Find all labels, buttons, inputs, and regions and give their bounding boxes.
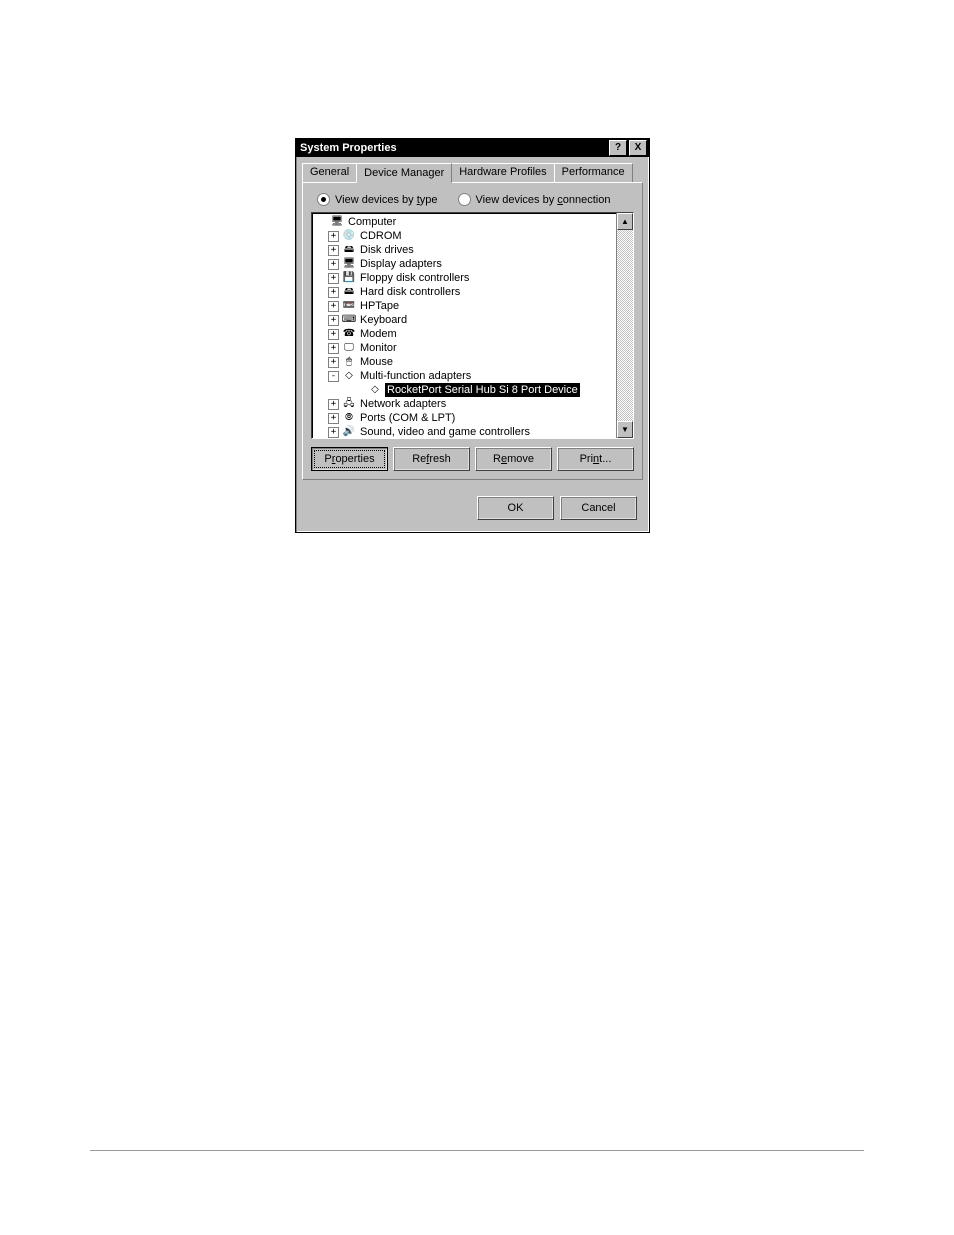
- scroll-up-button[interactable]: ▲: [617, 213, 633, 230]
- scroll-track[interactable]: [617, 230, 633, 421]
- device-icon: ◇: [342, 370, 356, 382]
- tree-item-label: Ports (COM & LPT): [359, 411, 456, 425]
- device-icon: 🖧: [342, 398, 356, 410]
- expand-icon[interactable]: +: [328, 259, 339, 270]
- tree-item-label: Network adapters: [359, 397, 447, 411]
- vertical-scrollbar[interactable]: ▲ ▼: [616, 213, 633, 438]
- radio-view-by-connection[interactable]: View devices by connection: [458, 193, 611, 206]
- tree-item[interactable]: +🖧Network adapters: [316, 397, 631, 411]
- action-button-row: Properties Refresh Remove Print...: [311, 447, 634, 471]
- device-icon: 🖵: [342, 342, 356, 354]
- titlebar[interactable]: System Properties ? X: [296, 139, 649, 157]
- tree-item-label: Modem: [359, 327, 398, 341]
- properties-button[interactable]: Properties: [311, 447, 388, 471]
- tree-item[interactable]: 🖥Computer: [316, 215, 631, 229]
- device-icon: 💿: [342, 230, 356, 242]
- collapse-icon[interactable]: -: [328, 371, 339, 382]
- tree-item-label: Sound, video and game controllers: [359, 425, 531, 439]
- device-icon: 🔊: [342, 426, 356, 438]
- expand-icon[interactable]: +: [328, 245, 339, 256]
- tree-item-label: HPTape: [359, 299, 400, 313]
- ok-button[interactable]: OK: [477, 496, 554, 520]
- device-icon: 🖴: [342, 244, 356, 256]
- tree-item-label: Floppy disk controllers: [359, 271, 470, 285]
- tree-item[interactable]: +🖵Monitor: [316, 341, 631, 355]
- tree-item-label: Display adapters: [359, 257, 443, 271]
- tree-item-label: Disk drives: [359, 243, 415, 257]
- radio-label-by-connection: View devices by connection: [476, 194, 611, 206]
- expand-icon[interactable]: +: [328, 399, 339, 410]
- tree-item[interactable]: +🖥Display adapters: [316, 257, 631, 271]
- expand-icon[interactable]: +: [328, 231, 339, 242]
- device-icon: 📼: [342, 300, 356, 312]
- cancel-button[interactable]: Cancel: [560, 496, 637, 520]
- expand-icon[interactable]: +: [328, 357, 339, 368]
- dialog-footer: OK Cancel: [296, 486, 649, 532]
- close-button[interactable]: X: [629, 140, 647, 156]
- tab-device-manager[interactable]: Device Manager: [356, 163, 452, 183]
- titlebar-title: System Properties: [298, 142, 607, 154]
- tree-item[interactable]: +🔊Sound, video and game controllers: [316, 425, 631, 439]
- radio-empty-icon: [458, 193, 471, 206]
- system-properties-dialog: System Properties ? X General Device Man…: [295, 138, 650, 533]
- tree-item[interactable]: ◇RocketPort Serial Hub Si 8 Port Device: [316, 383, 631, 397]
- tree-item-label: Hard disk controllers: [359, 285, 461, 299]
- device-icon: ⦾: [342, 412, 356, 424]
- tree-item[interactable]: +🖱Mouse: [316, 355, 631, 369]
- tree-item[interactable]: +💾Floppy disk controllers: [316, 271, 631, 285]
- tab-hardware-profiles[interactable]: Hardware Profiles: [451, 163, 554, 182]
- help-button[interactable]: ?: [609, 140, 627, 156]
- radio-view-by-type[interactable]: View devices by type: [317, 193, 438, 206]
- expand-icon[interactable]: +: [328, 329, 339, 340]
- tree-item-label: Multi-function adapters: [359, 369, 472, 383]
- device-icon: 💾: [342, 272, 356, 284]
- device-icon: 🖥: [330, 216, 344, 228]
- tree-item[interactable]: +🖴Disk drives: [316, 243, 631, 257]
- view-mode-group: View devices by type View devices by con…: [311, 193, 634, 206]
- tree-item[interactable]: +💿CDROM: [316, 229, 631, 243]
- device-icon: 🖴: [342, 286, 356, 298]
- refresh-button[interactable]: Refresh: [393, 447, 470, 471]
- tree-item-label: Keyboard: [359, 313, 408, 327]
- print-button[interactable]: Print...: [557, 447, 634, 471]
- tree-item-label: CDROM: [359, 229, 403, 243]
- device-tree[interactable]: 🖥Computer+💿CDROM+🖴Disk drives+🖥Display a…: [311, 212, 634, 439]
- tree-item[interactable]: +⦾Ports (COM & LPT): [316, 411, 631, 425]
- page-footer-rule: [90, 1150, 864, 1151]
- expand-icon[interactable]: +: [328, 413, 339, 424]
- expand-icon[interactable]: +: [328, 301, 339, 312]
- tree-item-label: Monitor: [359, 341, 398, 355]
- tree-item-label: RocketPort Serial Hub Si 8 Port Device: [385, 383, 580, 397]
- remove-button[interactable]: Remove: [475, 447, 552, 471]
- scroll-down-button[interactable]: ▼: [617, 421, 633, 438]
- radio-label-by-type: View devices by type: [335, 194, 438, 206]
- tree-item-label: Mouse: [359, 355, 394, 369]
- tree-item[interactable]: +📼HPTape: [316, 299, 631, 313]
- device-icon: 🖥: [342, 258, 356, 270]
- expand-icon[interactable]: +: [328, 343, 339, 354]
- device-icon: 🖱: [342, 356, 356, 368]
- expand-icon[interactable]: +: [328, 273, 339, 284]
- tree-item-label: Computer: [347, 215, 397, 229]
- tab-strip: General Device Manager Hardware Profiles…: [296, 157, 649, 182]
- radio-dot-icon: [317, 193, 330, 206]
- expand-icon[interactable]: +: [328, 315, 339, 326]
- tree-item[interactable]: +☎Modem: [316, 327, 631, 341]
- tree-item[interactable]: +🖴Hard disk controllers: [316, 285, 631, 299]
- device-icon: ☎: [342, 328, 356, 340]
- tree-item[interactable]: +⌨Keyboard: [316, 313, 631, 327]
- tab-performance[interactable]: Performance: [554, 163, 633, 182]
- tab-panel-device-manager: View devices by type View devices by con…: [302, 182, 643, 480]
- device-icon: ⌨: [342, 314, 356, 326]
- tree-item[interactable]: -◇Multi-function adapters: [316, 369, 631, 383]
- expand-icon[interactable]: +: [328, 427, 339, 438]
- tab-general[interactable]: General: [302, 163, 357, 182]
- expand-icon[interactable]: +: [328, 287, 339, 298]
- device-icon: ◇: [368, 384, 382, 396]
